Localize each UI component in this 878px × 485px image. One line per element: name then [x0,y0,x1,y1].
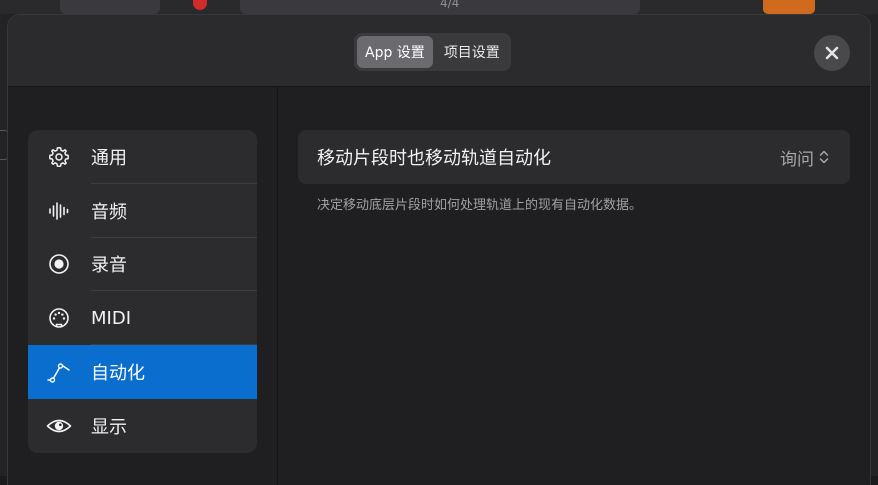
sidebar-item-label: 自动化 [91,363,145,385]
background-time-signature: 4/4 [440,0,460,10]
sheet-header: App 设置 项目设置 [8,15,870,87]
sidebar-list: 通用 音频 录音 MIDI 自动化 显示 [28,130,257,453]
setting-label: 移动片段时也移动轨道自动化 [317,148,551,169]
tab-app-settings[interactable]: App 设置 [357,36,433,68]
sidebar-item-label: 音频 [91,201,127,223]
sidebar-item-label: 通用 [91,147,127,169]
midi-icon [46,305,72,331]
sidebar-item-label: MIDI [91,307,132,329]
sidebar-item-recording[interactable]: 录音 [28,238,257,292]
sidebar-item-automation[interactable]: 自动化 [28,345,257,399]
gear-icon [46,144,72,170]
automation-icon [46,359,72,385]
close-icon [825,46,839,60]
background-orange-button [763,0,815,14]
background-transport-controls [60,0,160,14]
sidebar-item-label: 显示 [91,416,127,438]
record-icon [46,251,72,277]
background-side-handle [0,130,8,160]
tab-project-settings[interactable]: 项目设置 [436,36,508,68]
chevron-up-down-icon [819,150,829,164]
sidebar-item-general[interactable]: 通用 [28,130,257,184]
sidebar-item-label: 录音 [91,255,127,277]
settings-sheet: App 设置 项目设置 通用 音频 录音 MIDI 自动化 显示 移动片段时也移… [8,15,870,485]
eye-icon [46,413,72,439]
settings-content: 移动片段时也移动轨道自动化 询问 决定移动底层片段时如何处理轨道上的现有自动化数… [278,87,870,485]
settings-sidebar: 通用 音频 录音 MIDI 自动化 显示 [8,87,278,485]
setting-value-text: 询问 [780,149,814,170]
setting-description: 决定移动底层片段时如何处理轨道上的现有自动化数据。 [317,198,643,213]
sidebar-item-midi[interactable]: MIDI [28,291,257,346]
sheet-body: 通用 音频 录音 MIDI 自动化 显示 移动片段时也移动轨道自动化 询问 决定… [8,87,870,485]
sidebar-item-display[interactable]: 显示 [28,399,257,453]
setting-value-popup[interactable]: 询问 [780,145,830,170]
sidebar-item-audio[interactable]: 音频 [28,184,257,238]
settings-scope-segmented-control: App 设置 项目设置 [354,33,511,71]
automation-move-setting-row: 移动片段时也移动轨道自动化 询问 [298,130,850,184]
close-button[interactable] [814,35,850,71]
waveform-icon [46,198,72,224]
